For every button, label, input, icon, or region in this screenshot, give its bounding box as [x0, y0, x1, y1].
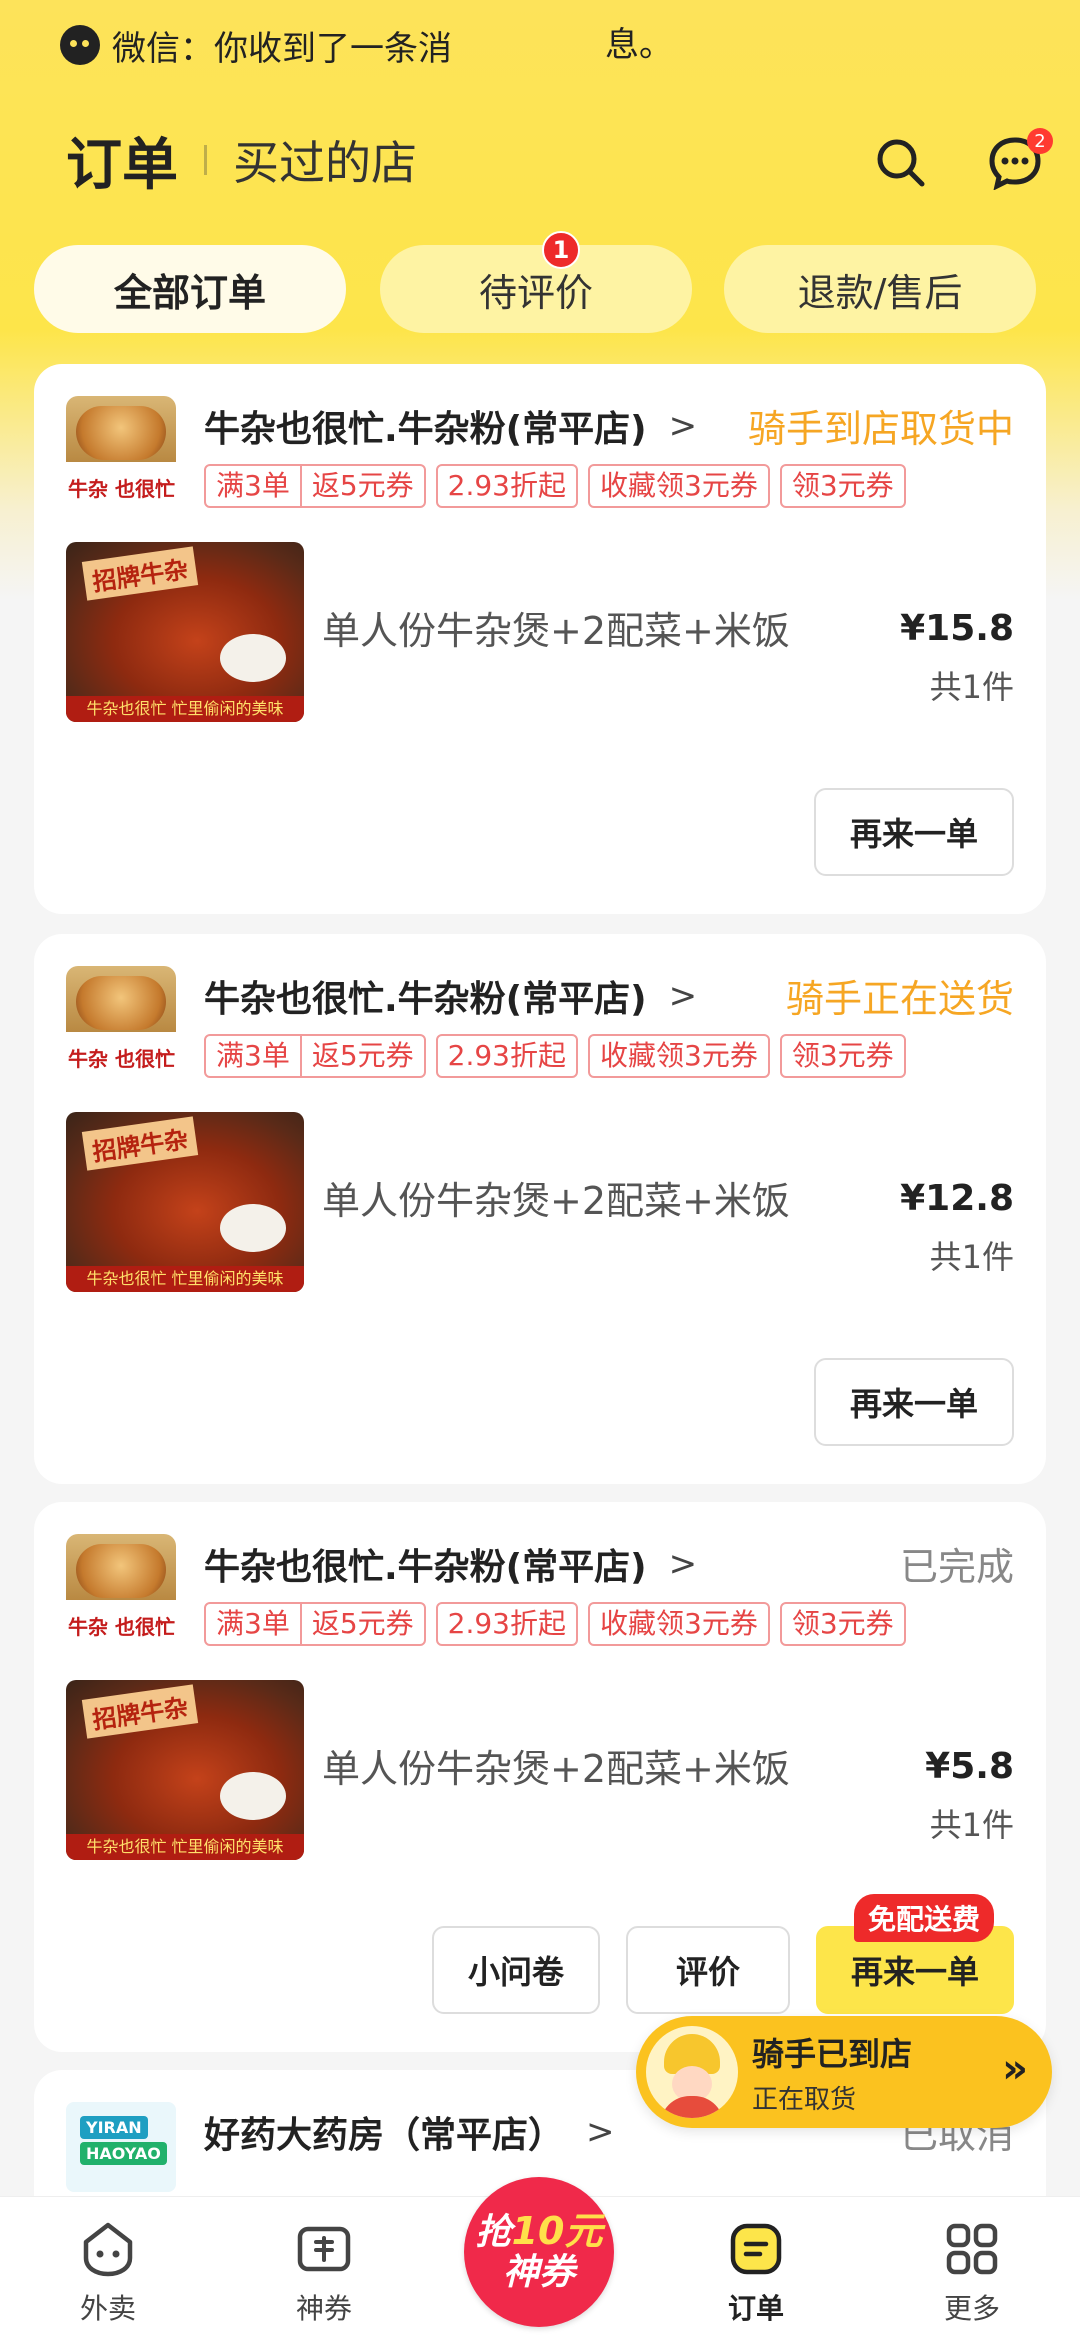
food-image: 招牌牛杂 牛杂也很忙 忙里偷闲的美味	[66, 542, 304, 722]
order-qty: 共1件	[929, 1238, 1014, 1276]
promo-tag: 领3元券	[791, 469, 894, 502]
promo-tag: 领3元券	[791, 1607, 894, 1640]
reorder-button-label: 再来一单	[850, 1953, 979, 1991]
promo-tag: 收藏领3元券	[600, 1607, 758, 1640]
nav-orders[interactable]: 订单	[686, 2197, 826, 2340]
order-qty: 共1件	[929, 1806, 1014, 1844]
rider-status-floating[interactable]: 骑手已到店 正在取货 »	[636, 2016, 1052, 2128]
promo-tags: 满3单 返5元券 2.93折起 收藏领3元券 领3元券	[204, 464, 916, 508]
reorder-button[interactable]: 再来一单	[814, 1358, 1014, 1446]
free-delivery-badge: 免配送费	[853, 1894, 994, 1942]
promo-tag: 收藏领3元券	[600, 469, 758, 502]
shop-name[interactable]: 牛杂也很忙.牛杂粉(常平店) >	[204, 1538, 697, 1590]
promo-tag: 返5元券	[299, 466, 424, 506]
item-name: 单人份牛杂煲+2配菜+米饭	[322, 609, 790, 653]
chevron-right-icon: >	[586, 2112, 615, 2152]
item-name: 单人份牛杂煲+2配菜+米饭	[322, 1179, 790, 1223]
promo-tag: 满3单	[216, 469, 290, 502]
promo-tag: 返5元券	[299, 1604, 424, 1644]
order-status: 骑手正在送货	[785, 977, 1014, 1021]
nav-waimai[interactable]: 外卖	[38, 2197, 178, 2340]
coupon-icon	[294, 2219, 354, 2279]
order-qty: 共1件	[929, 668, 1014, 706]
notification-text: 微信：你收到了一条消	[112, 28, 452, 69]
page-header: 订单 买过的店	[66, 120, 417, 200]
survey-button[interactable]: 小问卷	[432, 1926, 600, 2014]
double-chevron-right-icon: »	[1002, 2046, 1028, 2092]
bottom-nav: 外卖 神券 抢10元 神券 订单 更多	[0, 2177, 1080, 2340]
promo-tag: 2.93折起	[447, 469, 567, 502]
bought-shops-tab[interactable]: 买过的店	[233, 127, 417, 193]
rider-status-title: 骑手已到店	[752, 2034, 913, 2073]
chevron-right-icon: >	[668, 406, 698, 446]
food-image: 招牌牛杂 牛杂也很忙 忙里偷闲的美味	[66, 1680, 304, 1860]
waimai-icon	[78, 2219, 138, 2279]
order-price: ¥5.8	[925, 1746, 1014, 1787]
pending-review-badge: 1	[542, 231, 580, 269]
promo-tag: 2.93折起	[447, 1039, 567, 1072]
nav-more[interactable]: 更多	[902, 2197, 1042, 2340]
tab-refund[interactable]: 退款/售后	[724, 245, 1036, 333]
order-price: ¥12.8	[900, 1178, 1014, 1219]
order-tabs: 全部订单 待评价 1 退款/售后	[34, 231, 1046, 333]
tab-pending-review-label: 待评价	[478, 270, 593, 315]
page-title[interactable]: 订单	[66, 120, 178, 201]
shop-name[interactable]: 牛杂也很忙.牛杂粉(常平店) >	[204, 970, 697, 1022]
shop-logo: 牛杂 也很忙	[66, 1534, 176, 1644]
tab-all-orders[interactable]: 全部订单	[34, 245, 346, 333]
promo-tag: 领3元券	[791, 1039, 894, 1072]
order-price: ¥15.8	[900, 608, 1014, 649]
promo-tag: 收藏领3元券	[600, 1039, 758, 1072]
orders-icon	[726, 2219, 786, 2279]
message-badge: 2	[1027, 128, 1053, 154]
promo-tag: 2.93折起	[447, 1607, 567, 1640]
shop-name[interactable]: 好药大药房（常平店） >	[204, 2106, 615, 2158]
shop-logo: 牛杂 也很忙	[66, 396, 176, 506]
shop-name[interactable]: 牛杂也很忙.牛杂粉(常平店) >	[204, 400, 697, 452]
rider-avatar-icon	[646, 2026, 738, 2118]
header-divider	[204, 145, 207, 175]
nav-coupon[interactable]: 神券	[254, 2197, 394, 2340]
promo-tag: 满3单	[216, 1607, 290, 1640]
notification-text-tail: 息。	[605, 25, 673, 65]
shop-logo: 牛杂 也很忙	[66, 966, 176, 1076]
reorder-button[interactable]: 再来一单 免配送费	[816, 1894, 1014, 2014]
message-icon[interactable]: 2	[975, 122, 1055, 202]
order-card[interactable]: 牛杂 也很忙 牛杂也很忙.牛杂粉(常平店) > 骑手到店取货中 满3单 返5元券 2…	[34, 364, 1046, 914]
promo-tag: 返5元券	[299, 1036, 424, 1076]
grid-icon	[942, 2219, 1002, 2279]
grab-coupon-button[interactable]: 抢10元 神券	[464, 2177, 614, 2327]
search-icon[interactable]	[860, 122, 940, 202]
rider-status-subtitle: 正在取货	[752, 2084, 857, 2115]
order-status: 骑手到店取货中	[747, 407, 1014, 451]
chevron-right-icon: >	[668, 976, 698, 1016]
promo-tags: 满3单 返5元券 2.93折起 收藏领3元券 领3元券	[204, 1602, 916, 1646]
order-card[interactable]: 牛杂 也很忙 牛杂也很忙.牛杂粉(常平店) > 骑手正在送货 满3单 返5元券 2.…	[34, 934, 1046, 1484]
food-image: 招牌牛杂 牛杂也很忙 忙里偷闲的美味	[66, 1112, 304, 1292]
notification-banner[interactable]: 微信：你收到了一条消 息。	[60, 22, 673, 69]
tab-pending-review[interactable]: 待评价 1	[380, 231, 692, 333]
promo-tag: 满3单	[216, 1039, 290, 1072]
item-name: 单人份牛杂煲+2配菜+米饭	[322, 1747, 790, 1791]
review-button[interactable]: 评价	[626, 1926, 790, 2014]
shop-logo: YIRAN HAOYAO	[66, 2102, 176, 2192]
reorder-button[interactable]: 再来一单	[814, 788, 1014, 876]
order-status: 已完成	[899, 1545, 1014, 1589]
wechat-icon	[60, 25, 100, 65]
chevron-right-icon: >	[668, 1544, 698, 1584]
promo-tags: 满3单 返5元券 2.93折起 收藏领3元券 领3元券	[204, 1034, 916, 1078]
order-card[interactable]: 牛杂 也很忙 牛杂也很忙.牛杂粉(常平店) > 已完成 满3单 返5元券 2.93折…	[34, 1502, 1046, 2052]
